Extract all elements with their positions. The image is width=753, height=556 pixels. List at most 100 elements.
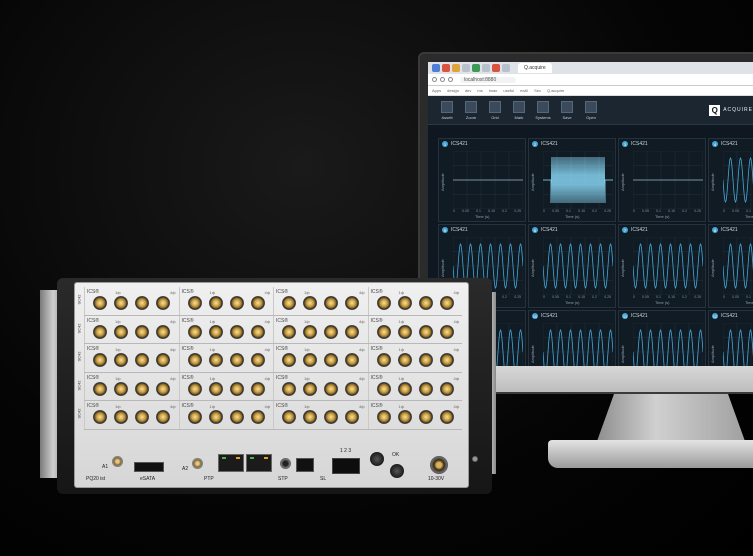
lemo-connector[interactable] — [418, 410, 433, 424]
nav-button[interactable] — [390, 464, 404, 478]
lemo-connector[interactable] — [282, 353, 296, 367]
sfp-port[interactable] — [332, 458, 360, 474]
lemo-connector[interactable] — [135, 410, 149, 424]
ok-button[interactable] — [370, 452, 384, 466]
lemo-connector[interactable] — [439, 410, 454, 424]
lemo-connector[interactable] — [208, 324, 223, 339]
lemo-connector[interactable] — [250, 410, 265, 424]
lemo-connector[interactable] — [93, 324, 107, 339]
app-icon[interactable] — [472, 64, 480, 72]
stp-connector[interactable] — [280, 458, 291, 469]
lemo-connector[interactable] — [376, 381, 391, 396]
lemo-connector[interactable] — [93, 296, 107, 310]
ethernet-port[interactable] — [246, 454, 272, 472]
bookmark-item[interactable]: Sec — [534, 88, 541, 93]
bookmark-item[interactable]: Apps — [432, 88, 441, 93]
app-icon[interactable] — [432, 64, 440, 72]
lemo-connector[interactable] — [93, 353, 107, 367]
bookmark-item[interactable]: design — [447, 88, 459, 93]
app-icon[interactable] — [492, 64, 500, 72]
lemo-connector[interactable] — [250, 324, 265, 339]
lemo-connector[interactable] — [282, 296, 296, 310]
reload-icon[interactable] — [448, 77, 453, 82]
lemo-connector[interactable] — [397, 381, 412, 396]
lemo-connector[interactable] — [187, 381, 202, 396]
lemo-connector[interactable] — [135, 353, 149, 367]
lemo-connector[interactable] — [397, 324, 412, 339]
bookmark-item[interactable]: dev — [465, 88, 471, 93]
lemo-connector[interactable] — [439, 296, 454, 310]
lemo-connector[interactable] — [208, 410, 223, 424]
lemo-connector[interactable] — [324, 410, 338, 424]
toolbar-button[interactable]: Systems — [534, 100, 552, 120]
lemo-connector[interactable] — [156, 410, 170, 424]
bookmark-item[interactable]: mvill — [520, 88, 528, 93]
lemo-connector[interactable] — [282, 410, 296, 424]
lemo-connector[interactable] — [156, 296, 170, 310]
lemo-connector[interactable] — [250, 296, 265, 310]
lemo-connector[interactable] — [303, 324, 317, 339]
plot-panel[interactable]: 12ICS421Amplitude00.050.10.150.20.25Time… — [708, 310, 753, 366]
toolbar-button[interactable]: Save — [558, 100, 576, 120]
toolbar-button[interactable]: Grid — [486, 100, 504, 120]
plot-panel[interactable]: 10ICS421Amplitude00.050.10.150.20.25Time… — [528, 310, 616, 366]
lemo-connector[interactable] — [376, 296, 391, 310]
app-icon[interactable] — [462, 64, 470, 72]
app-icon[interactable] — [452, 64, 460, 72]
lemo-connector[interactable] — [229, 324, 244, 339]
lemo-connector[interactable] — [324, 353, 338, 367]
lemo-connector[interactable] — [418, 324, 433, 339]
lemo-connector[interactable] — [229, 296, 244, 310]
lemo-connector[interactable] — [187, 296, 202, 310]
lemo-connector[interactable] — [114, 381, 128, 396]
lemo-connector[interactable] — [397, 353, 412, 367]
app-icon[interactable] — [442, 64, 450, 72]
lemo-connector[interactable] — [282, 381, 296, 396]
bookmark-item[interactable]: Q.acquire — [547, 88, 564, 93]
bookmark-item[interactable]: ms — [477, 88, 482, 93]
lemo-connector[interactable] — [303, 381, 317, 396]
back-icon[interactable] — [432, 77, 437, 82]
lemo-connector[interactable] — [229, 381, 244, 396]
lemo-connector[interactable] — [135, 296, 149, 310]
lemo-connector[interactable] — [93, 381, 107, 396]
lemo-connector[interactable] — [156, 324, 170, 339]
url-field[interactable]: localhost:8880 — [460, 76, 517, 83]
lemo-connector[interactable] — [345, 381, 359, 396]
lemo-connector[interactable] — [324, 381, 338, 396]
lemo-connector[interactable] — [324, 324, 338, 339]
lemo-connector[interactable] — [187, 324, 202, 339]
app-icon[interactable] — [482, 64, 490, 72]
plot-panel[interactable]: 8ICS421Amplitude00.050.10.150.20.25Time … — [708, 224, 753, 308]
lemo-connector[interactable] — [208, 381, 223, 396]
lemo-connector[interactable] — [376, 410, 391, 424]
toolbar-button[interactable]: Assett — [438, 100, 456, 120]
plot-panel[interactable]: 4ICS421Amplitude00.050.10.150.20.25Time … — [708, 138, 753, 222]
lemo-connector[interactable] — [114, 324, 128, 339]
lemo-connector[interactable] — [439, 353, 454, 367]
lemo-connector[interactable] — [345, 410, 359, 424]
lemo-connector[interactable] — [439, 381, 454, 396]
lemo-connector[interactable] — [187, 353, 202, 367]
forward-icon[interactable] — [440, 77, 445, 82]
lemo-connector[interactable] — [187, 410, 202, 424]
lemo-connector[interactable] — [418, 296, 433, 310]
lemo-connector[interactable] — [345, 324, 359, 339]
lemo-connector[interactable] — [376, 324, 391, 339]
lemo-connector[interactable] — [114, 296, 128, 310]
ethernet-port[interactable] — [218, 454, 244, 472]
lemo-connector[interactable] — [303, 353, 317, 367]
lemo-connector[interactable] — [345, 353, 359, 367]
plot-panel[interactable]: 2 ICS421 Amplitude 0 0.05 0.1 0.15 0.2 0.25 Time … — [528, 138, 616, 222]
lemo-connector[interactable] — [397, 410, 412, 424]
lemo-connector[interactable] — [282, 324, 296, 339]
sl-port[interactable] — [296, 458, 314, 472]
lemo-connector[interactable] — [250, 381, 265, 396]
bookmark-item[interactable]: useful — [503, 88, 514, 93]
lemo-connector[interactable] — [208, 353, 223, 367]
lemo-connector[interactable] — [250, 353, 265, 367]
lemo-connector[interactable] — [229, 410, 244, 424]
lemo-connector[interactable] — [418, 381, 433, 396]
a2-connector[interactable] — [192, 458, 203, 469]
a1-connector[interactable] — [112, 456, 123, 467]
